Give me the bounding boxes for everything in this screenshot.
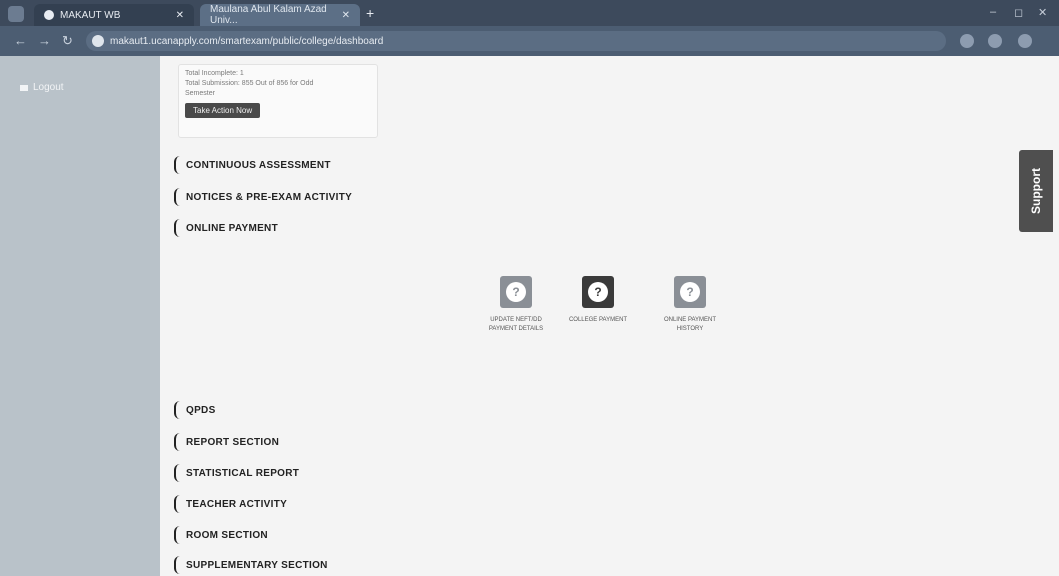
tile-icon-box: ? <box>500 276 532 308</box>
tile-label: UPDATE NEFT/DD PAYMENT DETAILS <box>488 317 544 332</box>
tab-active[interactable]: Maulana Abul Kalam Azad Univ... ✕ <box>200 4 360 26</box>
logout-icon <box>20 84 28 91</box>
submission-count: Total Submission: 855 Out of 856 for Odd <box>185 80 314 87</box>
tab-makaut[interactable]: MAKAUT WB ✕ <box>34 4 194 26</box>
question-bubble-icon: ? <box>588 282 608 302</box>
section-bracket-icon <box>174 156 181 174</box>
minimize-icon[interactable]: – <box>990 6 996 18</box>
tile-update-neft-dd[interactable]: ? UPDATE NEFT/DD PAYMENT DETAILS <box>471 276 561 334</box>
section-teacher-activity[interactable]: TEACHER ACTIVITY <box>174 495 287 513</box>
section-label: ONLINE PAYMENT <box>186 222 278 234</box>
section-room[interactable]: ROOM SECTION <box>174 526 268 544</box>
section-label: SUPPLEMENTARY SECTION <box>186 559 328 571</box>
section-bracket-icon <box>174 401 181 419</box>
submission-info-box: Total Incomplete: 1 Total Submission: 85… <box>178 64 378 138</box>
section-bracket-icon <box>174 219 181 237</box>
section-label: STATISTICAL REPORT <box>186 467 300 479</box>
section-statistical-report[interactable]: STATISTICAL REPORT <box>174 464 299 482</box>
question-bubble-icon: ? <box>680 282 700 302</box>
section-label: CONTINUOUS ASSESSMENT <box>186 159 331 171</box>
main-content: Total Incomplete: 1 Total Submission: 85… <box>160 56 1059 576</box>
favicon-icon <box>44 10 54 20</box>
section-supplementary[interactable]: SUPPLEMENTARY SECTION <box>174 556 328 574</box>
site-info-icon[interactable] <box>92 35 104 47</box>
window-close-icon[interactable]: ✕ <box>1038 6 1047 19</box>
maximize-icon[interactable]: ◻ <box>1014 6 1023 19</box>
browser-toolbar: ← → ↻ makaut1.ucanapply.com/smartexam/pu… <box>0 26 1059 56</box>
section-bracket-icon <box>174 556 181 574</box>
tab-title: Maulana Abul Kalam Azad Univ... <box>210 4 327 26</box>
section-bracket-icon <box>174 495 181 513</box>
sidebar-item-label: Logout <box>33 82 64 93</box>
sidebar: Logout <box>0 56 160 576</box>
close-tab-icon[interactable]: ✕ <box>176 10 184 21</box>
tile-online-payment-history[interactable]: ? ONLINE PAYMENT HISTORY <box>645 276 735 334</box>
tile-icon-box: ? <box>582 276 614 308</box>
tile-college-payment[interactable]: ? COLLEGE PAYMENT <box>553 276 643 325</box>
take-action-button[interactable]: Take Action Now <box>185 103 261 118</box>
tile-icon-box: ? <box>674 276 706 308</box>
section-bracket-icon <box>174 188 181 206</box>
browser-menu-icon[interactable] <box>8 6 24 22</box>
address-bar[interactable]: makaut1.ucanapply.com/smartexam/public/c… <box>86 31 946 51</box>
question-bubble-icon: ? <box>506 282 526 302</box>
section-online-payment[interactable]: ONLINE PAYMENT <box>174 219 278 237</box>
back-icon[interactable]: ← <box>14 33 27 48</box>
browser-tabstrip: MAKAUT WB ✕ Maulana Abul Kalam Azad Univ… <box>0 0 1059 26</box>
bookmark-icon[interactable] <box>988 34 1002 48</box>
section-label: TEACHER ACTIVITY <box>186 498 288 510</box>
section-bracket-icon <box>174 526 181 544</box>
section-bracket-icon <box>174 433 181 451</box>
new-tab-icon[interactable]: + <box>366 5 374 21</box>
section-bracket-icon <box>174 464 181 482</box>
section-label: QPDS <box>186 404 216 416</box>
section-label: NOTICES & PRE-EXAM ACTIVITY <box>186 191 353 203</box>
extension-icon[interactable] <box>960 34 974 48</box>
section-report[interactable]: REPORT SECTION <box>174 433 279 451</box>
section-label: REPORT SECTION <box>186 436 280 448</box>
profile-icon[interactable] <box>1018 34 1032 48</box>
forward-icon[interactable]: → <box>38 33 51 48</box>
tile-label: ONLINE PAYMENT HISTORY <box>663 317 717 332</box>
reload-icon[interactable]: ↻ <box>62 33 73 49</box>
close-tab-icon[interactable]: ✕ <box>342 10 350 21</box>
section-continuous-assessment[interactable]: CONTINUOUS ASSESSMENT <box>174 156 331 174</box>
tile-label: COLLEGE PAYMENT <box>568 317 628 323</box>
section-notices-pre-exam[interactable]: NOTICES & PRE-EXAM ACTIVITY <box>174 188 352 206</box>
support-label: Support <box>1029 168 1043 214</box>
tab-title: MAKAUT WB <box>60 9 121 21</box>
sidebar-item-logout[interactable]: Logout <box>20 82 64 93</box>
url-text: makaut1.ucanapply.com/smartexam/public/c… <box>110 35 384 47</box>
semester-label: Semester <box>185 90 215 97</box>
incomplete-count: Total Incomplete: 1 <box>185 70 244 77</box>
section-qpds[interactable]: QPDS <box>174 401 216 419</box>
section-label: ROOM SECTION <box>186 529 268 541</box>
support-button[interactable]: Support <box>1019 150 1053 232</box>
